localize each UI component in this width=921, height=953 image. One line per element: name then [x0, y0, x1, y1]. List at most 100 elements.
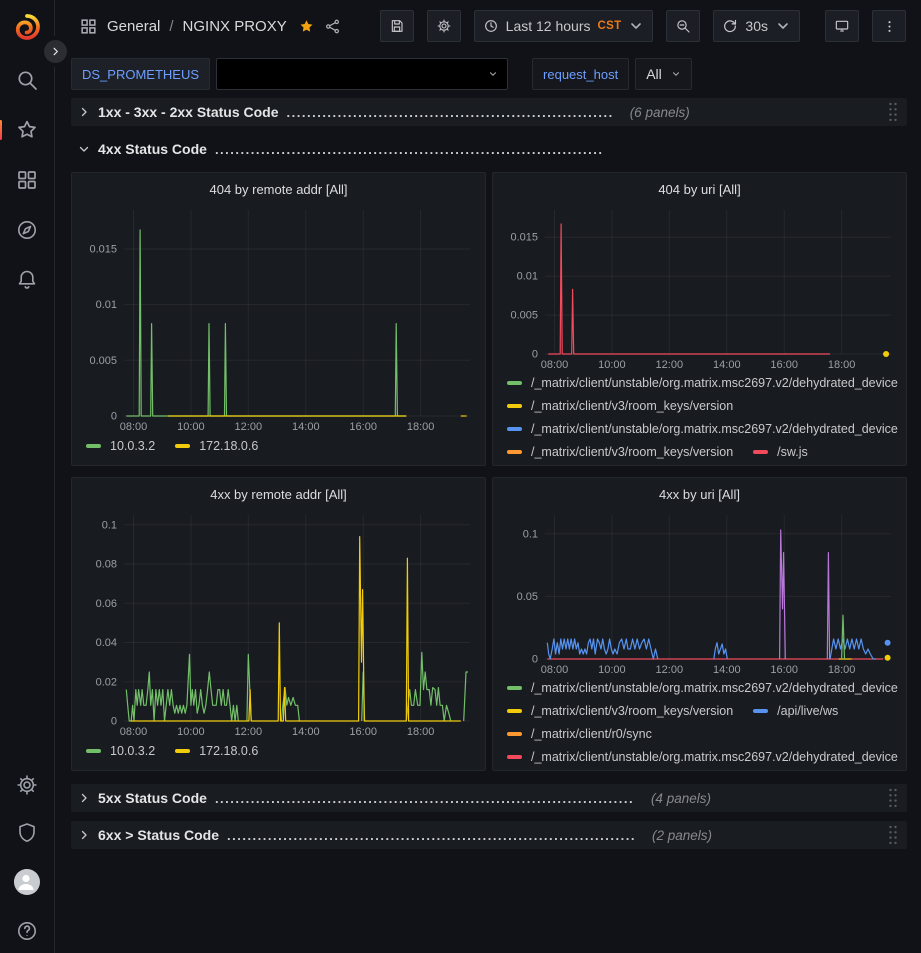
svg-text:0.015: 0.015: [510, 232, 538, 244]
legend-item[interactable]: /sw.js: [753, 445, 808, 459]
favorite-star-icon[interactable]: [298, 18, 315, 35]
legend-item[interactable]: /_matrix/client/v3/room_keys/version: [507, 704, 733, 718]
legend-item[interactable]: /_matrix/client/unstable/org.matrix.msc2…: [507, 422, 898, 436]
legend-item[interactable]: /_matrix/client/v3/room_keys/version: [507, 445, 733, 459]
kebab-menu-icon[interactable]: [872, 10, 906, 42]
legend-swatch: [175, 444, 190, 448]
time-series-chart[interactable]: 00.0050.010.01508:0010:0012:0014:0016:00…: [499, 201, 900, 371]
time-series-chart[interactable]: 00.0050.010.01508:0010:0012:0014:0016:00…: [78, 201, 479, 433]
request-host-select[interactable]: All: [635, 58, 692, 90]
time-series-chart[interactable]: 00.020.040.060.080.108:0010:0012:0014:00…: [78, 506, 479, 738]
svg-text:0: 0: [532, 349, 538, 361]
legend-swatch: [507, 709, 522, 713]
legend-item[interactable]: /api/live/ws: [753, 704, 838, 718]
refresh-interval-picker[interactable]: 30s: [713, 10, 800, 42]
drag-handle-icon[interactable]: [887, 101, 899, 123]
grafana-logo[interactable]: [12, 12, 42, 42]
legend-label: /sw.js: [777, 445, 808, 459]
legend-item[interactable]: /_matrix/client/r0/sync: [507, 727, 652, 741]
row-title: 4xx Status Code: [98, 141, 207, 157]
sidebar-expand-chevron-icon[interactable]: [44, 40, 67, 63]
dashboard-settings-gear-icon[interactable]: [427, 10, 461, 42]
legend-item[interactable]: 10.0.3.2: [86, 744, 155, 758]
svg-text:0.05: 0.05: [517, 591, 538, 603]
datasource-variable-label: DS_PROMETHEUS: [71, 58, 210, 90]
svg-text:18:00: 18:00: [407, 421, 435, 433]
svg-text:0.015: 0.015: [89, 244, 117, 256]
chart-legend: /_matrix/client/unstable/org.matrix.msc2…: [499, 676, 900, 764]
drag-handle-icon[interactable]: [887, 824, 899, 846]
panel-title[interactable]: 404 by remote addr [All]: [78, 177, 479, 201]
settings-gear-icon[interactable]: [15, 773, 39, 797]
legend-swatch: [86, 749, 101, 753]
main-area: General / NGINX PROXY Last 12 hours CST: [55, 0, 921, 849]
row-4xx-status-code[interactable]: 4xx Status Code ........................…: [71, 135, 907, 163]
variables-bar: DS_PROMETHEUS request_host All: [55, 52, 921, 96]
legend-label: 10.0.3.2: [110, 744, 155, 758]
chart-svg: 00.0050.010.01508:0010:0012:0014:0016:00…: [78, 201, 479, 433]
panel-title[interactable]: 4xx by uri [All]: [499, 482, 900, 506]
svg-text:16:00: 16:00: [349, 421, 377, 433]
svg-text:12:00: 12:00: [235, 726, 263, 738]
legend-item[interactable]: /_matrix/client/unstable/org.matrix.msc2…: [507, 681, 898, 695]
zoom-out-button[interactable]: [666, 10, 700, 42]
svg-text:14:00: 14:00: [713, 664, 741, 676]
row-6xx-status-code[interactable]: 6xx > Status Code ......................…: [71, 821, 907, 849]
legend-row: /_matrix/client/unstable/org.matrix.msc2…: [507, 371, 900, 394]
time-series-chart[interactable]: 00.050.108:0010:0012:0014:0016:0018:00: [499, 506, 900, 676]
panel-title[interactable]: 404 by uri [All]: [499, 177, 900, 201]
chevron-down-icon: [488, 69, 498, 79]
legend-swatch: [507, 427, 522, 431]
legend-swatch: [507, 755, 522, 759]
save-button[interactable]: [380, 10, 414, 42]
svg-text:0: 0: [111, 716, 117, 728]
search-icon[interactable]: [15, 68, 39, 92]
starred-dashboards-icon[interactable]: [15, 118, 39, 142]
page-title[interactable]: NGINX PROXY: [183, 18, 287, 35]
share-icon[interactable]: [324, 18, 341, 35]
alerting-bell-icon[interactable]: [15, 268, 39, 292]
legend-swatch: [507, 732, 522, 736]
legend-item[interactable]: /_matrix/client/unstable/org.matrix.msc2…: [507, 750, 898, 764]
time-range-picker[interactable]: Last 12 hours CST: [474, 10, 654, 42]
row-title: 1xx - 3xx - 2xx Status Code: [98, 104, 279, 120]
row-chevron-icon: [78, 106, 90, 118]
datasource-select[interactable]: [216, 58, 508, 90]
row-panel-count: (4 panels): [651, 791, 711, 806]
breadcrumb-section[interactable]: General: [107, 18, 160, 35]
svg-text:08:00: 08:00: [541, 359, 569, 371]
user-avatar[interactable]: [14, 869, 40, 895]
apps-grid-icon: [79, 17, 98, 36]
svg-text:0.005: 0.005: [89, 355, 117, 367]
svg-text:12:00: 12:00: [656, 664, 684, 676]
svg-text:08:00: 08:00: [541, 664, 569, 676]
svg-text:10:00: 10:00: [598, 359, 626, 371]
legend-row: /_matrix/client/v3/room_keys/version: [507, 394, 900, 417]
svg-text:14:00: 14:00: [713, 359, 741, 371]
tv-mode-button[interactable]: [825, 10, 859, 42]
svg-text:0.1: 0.1: [102, 519, 117, 531]
svg-text:14:00: 14:00: [292, 726, 320, 738]
panel-4xx-by-remote-addr: 4xx by remote addr [All] 00.020.040.060.…: [71, 477, 486, 771]
explore-compass-icon[interactable]: [15, 218, 39, 242]
sidebar-bottom-group: [14, 773, 40, 943]
help-icon[interactable]: [15, 919, 39, 943]
row-1xx-3xx-2xx-status-code[interactable]: 1xx - 3xx - 2xx Status Code ............…: [71, 98, 907, 126]
row-5xx-status-code[interactable]: 5xx Status Code ........................…: [71, 784, 907, 812]
legend-item[interactable]: 172.18.0.6: [175, 744, 258, 758]
legend-item[interactable]: /_matrix/client/v3/room_keys/version: [507, 399, 733, 413]
legend-swatch: [86, 444, 101, 448]
server-admin-shield-icon[interactable]: [15, 821, 39, 845]
drag-handle-icon[interactable]: [887, 787, 899, 809]
panel-title[interactable]: 4xx by remote addr [All]: [78, 482, 479, 506]
svg-text:16:00: 16:00: [349, 726, 377, 738]
legend-item[interactable]: 10.0.3.2: [86, 439, 155, 453]
svg-text:16:00: 16:00: [770, 664, 798, 676]
legend-swatch: [753, 709, 768, 713]
dashboards-grid-icon[interactable]: [15, 168, 39, 192]
legend-row: /_matrix/client/unstable/org.matrix.msc2…: [507, 676, 900, 699]
legend-item[interactable]: /_matrix/client/unstable/org.matrix.msc2…: [507, 376, 898, 390]
legend-row: /_matrix/client/v3/room_keys/version/sw.…: [507, 440, 900, 459]
legend-item[interactable]: 172.18.0.6: [175, 439, 258, 453]
svg-text:10:00: 10:00: [177, 726, 205, 738]
